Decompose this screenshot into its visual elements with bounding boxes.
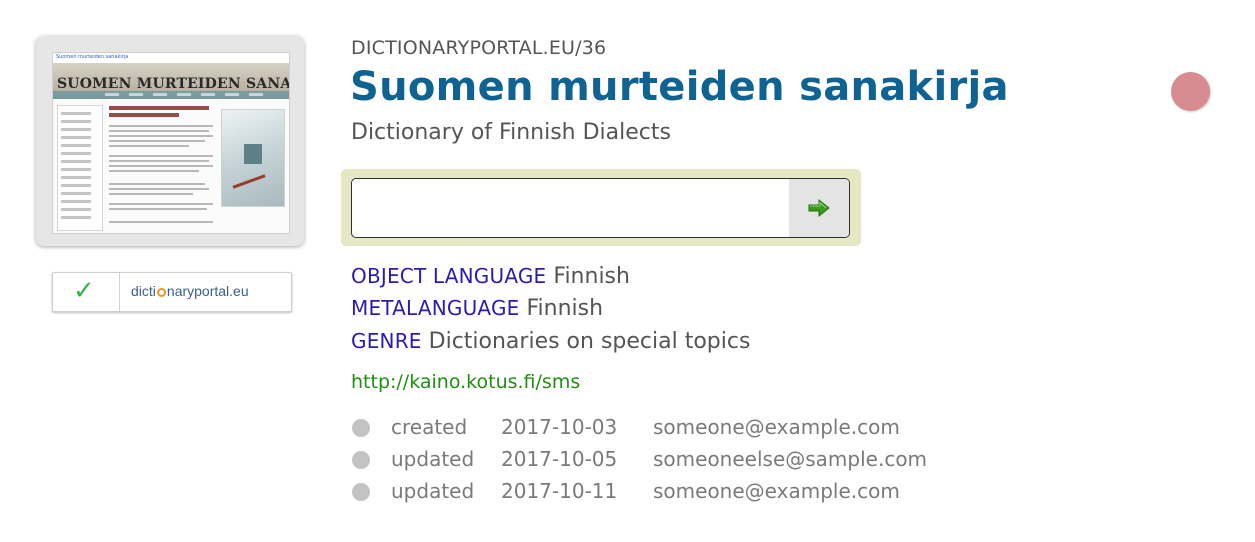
thumbnail-text-line bbox=[109, 165, 213, 167]
dictionary-id: DICTIONARYPORTAL.EU/36 bbox=[351, 37, 607, 59]
thumbnail-heading-line bbox=[109, 106, 209, 110]
arrow-right-icon bbox=[808, 199, 830, 217]
website-thumbnail-frame[interactable]: Suomen murteiden sanakirja SUOMEN MURTEI… bbox=[36, 36, 304, 246]
bullet-icon bbox=[352, 483, 370, 501]
thumbnail-text-line bbox=[109, 135, 213, 137]
meta-object-language: OBJECT LANGUAGE Finnish bbox=[351, 264, 630, 289]
thumbnail-text-line bbox=[109, 188, 209, 190]
thumbnail-text-line bbox=[109, 125, 213, 127]
thumbnail-text-line bbox=[109, 183, 205, 185]
meta-key: METALANGUAGE bbox=[351, 296, 520, 320]
thumbnail-text-line bbox=[109, 221, 213, 223]
log-date: 2017-10-05 bbox=[501, 447, 618, 471]
page-title: Suomen murteiden sanakirja bbox=[350, 64, 1009, 110]
thumbnail-text-line bbox=[109, 170, 199, 172]
search-submit-button[interactable] bbox=[789, 179, 849, 237]
search-box bbox=[351, 178, 850, 238]
dictionaryportal-badge[interactable]: ✓ dicti naryportal.eu bbox=[52, 272, 292, 312]
log-user: someone@example.com bbox=[653, 415, 900, 439]
log-action: updated bbox=[391, 447, 475, 471]
page-subtitle: Dictionary of Finnish Dialects bbox=[351, 120, 671, 145]
thumbnail-top-strip: Suomen murteiden sanakirja bbox=[53, 53, 289, 63]
meta-genre: GENRE Dictionaries on special topics bbox=[351, 329, 750, 354]
meta-value: Finnish bbox=[553, 264, 630, 289]
thumbnail-text-line bbox=[109, 160, 209, 162]
thumbnail-heading-line bbox=[109, 113, 179, 117]
dictionary-url-link[interactable]: http://kaino.kotus.fi/sms bbox=[351, 371, 580, 393]
meta-value: Dictionaries on special topics bbox=[428, 329, 751, 354]
magnifier-icon bbox=[156, 288, 166, 297]
search-bar-frame bbox=[341, 169, 861, 246]
log-action: updated bbox=[391, 479, 475, 503]
thumbnail-text-line bbox=[109, 140, 205, 142]
meta-key: GENRE bbox=[351, 329, 422, 353]
log-action: created bbox=[391, 415, 468, 439]
log-user: someone@example.com bbox=[653, 479, 900, 503]
checkmark-icon: ✓ bbox=[73, 276, 95, 306]
thumbnail-top-link: Suomen murteiden sanakirja bbox=[56, 54, 129, 60]
thumbnail-banner: SUOMEN MURTEIDEN SANAKIRJA bbox=[53, 63, 290, 92]
meta-value: Finnish bbox=[526, 296, 604, 321]
thumbnail-nav-bar bbox=[53, 91, 289, 99]
log-user: someoneelse@sample.com bbox=[653, 447, 928, 471]
thumbnail-text-line bbox=[109, 208, 207, 210]
badge-divider bbox=[119, 273, 120, 311]
thumbnail-sidebar bbox=[57, 105, 103, 231]
log-date: 2017-10-03 bbox=[501, 415, 618, 439]
bullet-icon bbox=[352, 451, 370, 469]
website-screenshot-thumbnail[interactable]: Suomen murteiden sanakirja SUOMEN MURTEI… bbox=[52, 52, 290, 234]
thumbnail-text-line bbox=[109, 130, 209, 132]
thumbnail-text-line bbox=[109, 203, 213, 205]
dictionary-card: Suomen murteiden sanakirja SUOMEN MURTEI… bbox=[0, 0, 1255, 542]
badge-logo-text: dicti naryportal.eu bbox=[131, 283, 249, 299]
thumbnail-text-line bbox=[109, 145, 189, 147]
bullet-icon bbox=[352, 419, 370, 437]
badge-text-start: dicti bbox=[131, 283, 156, 299]
thumbnail-banner-title: SUOMEN MURTEIDEN SANAKIRJA bbox=[57, 76, 290, 92]
thumbnail-text-line bbox=[109, 193, 193, 195]
thumbnail-photo bbox=[221, 109, 285, 207]
meta-key: OBJECT LANGUAGE bbox=[351, 264, 547, 288]
meta-metalanguage: METALANGUAGE Finnish bbox=[351, 296, 603, 321]
badge-text-end: naryportal.eu bbox=[166, 283, 249, 299]
status-indicator bbox=[1171, 72, 1210, 111]
thumbnail-text-line bbox=[109, 155, 213, 157]
log-date: 2017-10-11 bbox=[501, 479, 618, 503]
search-input[interactable] bbox=[352, 179, 782, 237]
